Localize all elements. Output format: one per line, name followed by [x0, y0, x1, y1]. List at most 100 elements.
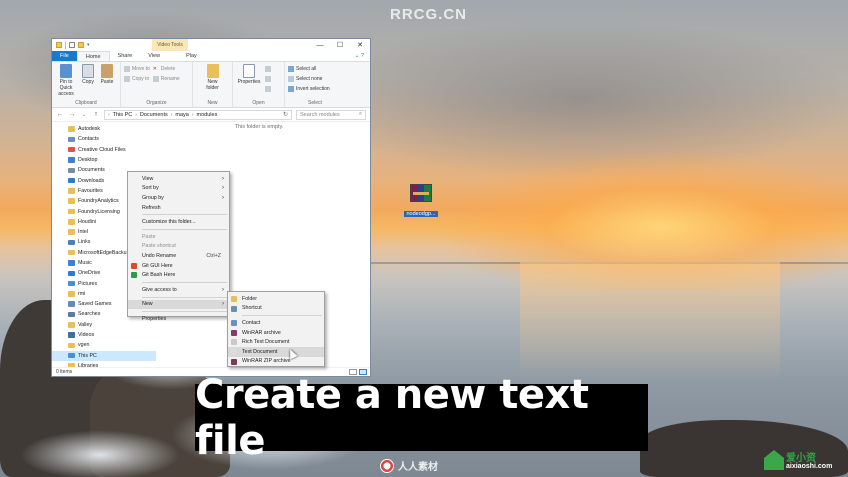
nav-item-label: Desktop	[78, 157, 98, 164]
close-button[interactable]: ✕	[350, 39, 370, 51]
menu-item-label: Contact	[242, 319, 261, 326]
forward-arrow-icon[interactable]: →	[68, 111, 76, 118]
menu-item-folder[interactable]: Folder	[228, 294, 324, 304]
breadcrumb-documents[interactable]: Documents	[140, 112, 168, 118]
copy-to-icon	[124, 76, 130, 82]
properties-icon[interactable]	[69, 42, 75, 48]
edit-icon	[265, 76, 271, 82]
tab-play[interactable]: Play	[178, 51, 205, 61]
nav-item-label: rmi	[78, 290, 86, 297]
maximize-button[interactable]: ☐	[330, 39, 350, 51]
tab-home[interactable]: Home	[76, 51, 110, 61]
move-to-button[interactable]: Move to	[124, 65, 150, 73]
open-button[interactable]	[265, 65, 271, 73]
delete-button[interactable]: ✕ Delete	[153, 65, 180, 73]
documents-folder-icon	[68, 167, 75, 174]
menu-item-view[interactable]: View ›	[128, 174, 229, 184]
pin-icon	[60, 64, 72, 78]
chevron-right-icon: ›	[222, 185, 224, 192]
select-none-button[interactable]: Select none	[288, 75, 330, 83]
breadcrumb-modules[interactable]: modules	[197, 112, 218, 118]
microsoftedgebackup-folder-icon	[68, 249, 75, 256]
copy-icon	[82, 64, 94, 78]
menu-item-label: Undo Rename	[142, 252, 177, 259]
help-icon[interactable]: ⌄ ?	[347, 51, 370, 61]
menu-item-label: WinRAR archive	[242, 329, 281, 336]
customize-toolbar-icon[interactable]: ▾	[87, 42, 90, 48]
minimize-button[interactable]: —	[310, 39, 330, 51]
nav-item-label: MicrosoftEdgeBackup	[78, 249, 130, 256]
back-arrow-icon[interactable]: ←	[56, 111, 64, 118]
nav-item-label: Houdini	[78, 218, 96, 225]
nav-item-desktop[interactable]: Desktop	[52, 155, 156, 165]
rename-icon	[152, 76, 159, 82]
tab-share[interactable]: Share	[110, 51, 141, 61]
recent-locations-icon[interactable]: ⌄	[80, 112, 88, 118]
up-arrow-icon[interactable]: ↑	[92, 111, 100, 118]
downloads-folder-icon	[68, 177, 75, 184]
nav-item-creative-cloud-files[interactable]: Creative Cloud Files	[52, 145, 156, 155]
copy-to-button[interactable]: Copy to	[124, 75, 150, 83]
menu-item-label: Paste	[142, 233, 156, 240]
nav-item-videos[interactable]: Videos	[52, 330, 156, 340]
nav-item-autodesk[interactable]: Autodesk	[52, 124, 156, 134]
edit-button[interactable]	[265, 75, 271, 83]
menu-item-new[interactable]: New ›	[128, 299, 229, 310]
winrar-archive-icon	[410, 184, 432, 202]
menu-item-winrar-archive[interactable]: WinRAR archive	[228, 328, 324, 338]
select-none-icon	[288, 76, 294, 82]
history-button[interactable]	[265, 85, 271, 93]
pictures-folder-icon	[68, 280, 75, 287]
breadcrumb-this-pc[interactable]: This PC	[113, 112, 133, 118]
search-icon: ⌕	[358, 111, 362, 117]
move-to-icon	[124, 66, 130, 72]
menu-item-rich-text-document[interactable]: Rich Text Document	[228, 337, 324, 347]
invert-selection-button[interactable]: Invert selection	[288, 85, 330, 93]
nav-item-this-pc[interactable]: This PC	[52, 350, 156, 361]
nav-item-label: Documents	[78, 167, 105, 174]
select-label: Select	[308, 100, 322, 106]
nav-item-label: Favourites	[78, 187, 103, 194]
menu-item-shortcut[interactable]: Shortcut	[228, 304, 324, 314]
search-input[interactable]: Search modules ⌕	[296, 109, 366, 120]
clipboard-label: Clipboard	[75, 100, 97, 106]
menu-item-refresh[interactable]: Refresh	[128, 203, 229, 213]
rtf-icon	[231, 339, 237, 346]
new-folder-icon[interactable]	[78, 42, 84, 48]
select-all-icon	[288, 66, 294, 72]
menu-item-git-gui-here[interactable]: Git GUI Here	[128, 261, 229, 271]
nav-item-label: This PC	[78, 352, 97, 359]
breadcrumb-maya[interactable]: maya	[175, 112, 188, 118]
menu-item-give-access-to[interactable]: Give access to ›	[128, 285, 229, 295]
video-tools-context-tab: Video Tools	[152, 39, 188, 51]
tab-view[interactable]: View	[140, 51, 168, 61]
history-icon	[265, 86, 271, 92]
nav-item-contacts[interactable]: Contacts	[52, 134, 156, 144]
menu-item-text-document[interactable]: Text Document	[228, 346, 324, 357]
ribbon: Pin to Quick access Copy Paste Clipboard…	[52, 62, 370, 108]
tab-file[interactable]: File	[52, 51, 77, 61]
select-all-button[interactable]: Select all	[288, 65, 330, 73]
nav-item-vgen[interactable]: vgen	[52, 340, 156, 350]
context-menu: View › Sort by › Group by › Refresh Customize t…	[127, 171, 230, 322]
shortcut-icon	[231, 305, 237, 312]
menu-item-sort-by[interactable]: Sort by ›	[128, 184, 229, 194]
menu-item-git-bash-here[interactable]: Git Bash Here	[128, 270, 229, 280]
menu-item-properties[interactable]: Properties	[128, 314, 229, 324]
title-bar[interactable]: ▾ Video Tools — ☐ ✕	[52, 39, 370, 51]
desktop-file-icon[interactable]: nodeodgp...	[400, 184, 442, 220]
menu-item-undo-rename[interactable]: Undo Rename Ctrl+Z	[128, 251, 229, 261]
menu-item-group-by[interactable]: Group by ›	[128, 193, 229, 203]
menu-item-contact[interactable]: Contact	[228, 318, 324, 328]
zip-icon	[231, 358, 237, 365]
saved-games-folder-icon	[68, 301, 75, 307]
nav-item-label: OneDrive	[78, 270, 101, 277]
menu-item-customize-this-folder[interactable]: Customize this folder...	[128, 217, 229, 227]
rename-button[interactable]: Rename	[152, 75, 180, 83]
menu-item-label: Customize this folder...	[142, 219, 196, 226]
menu-item-winrar-zip-archive[interactable]: WinRAR ZIP archive	[228, 357, 324, 367]
address-bar[interactable]: › This PC › Documents › maya › modules ↻	[104, 109, 292, 120]
menu-item-label: Folder	[242, 295, 258, 302]
nav-item-label: vgen	[78, 342, 90, 349]
refresh-icon[interactable]: ↻	[283, 111, 288, 118]
